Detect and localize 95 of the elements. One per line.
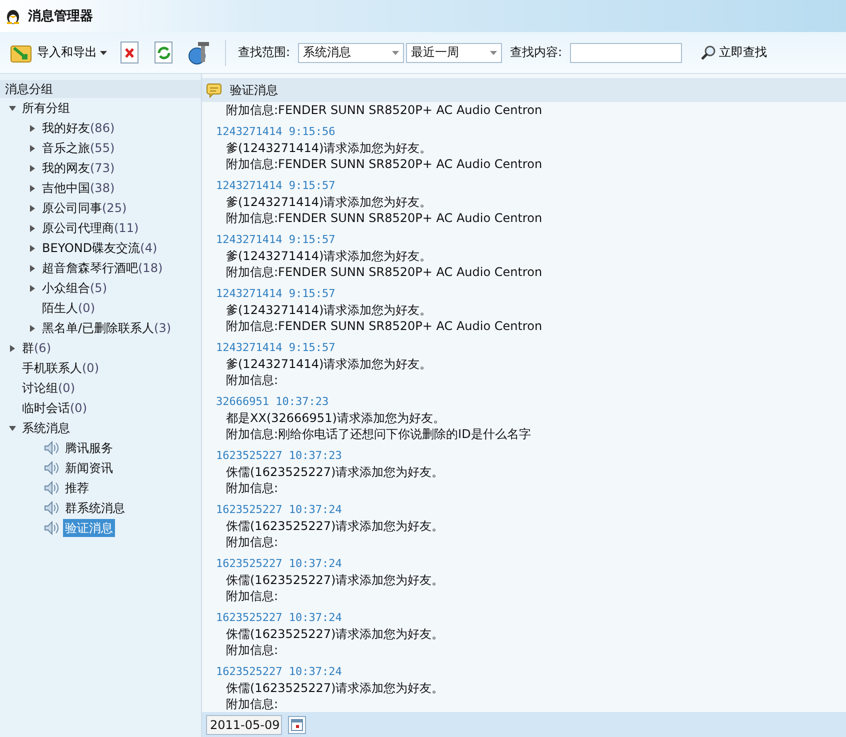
tree-item[interactable]: 群(6) bbox=[20, 339, 53, 357]
collapsed-arrow-icon[interactable] bbox=[28, 145, 36, 152]
tree-item[interactable]: 群系统消息 bbox=[63, 499, 127, 517]
period-dropdown[interactable]: 最近一周 bbox=[406, 42, 502, 62]
message-text: 爹(1243271414)请求添加您为好友。 bbox=[226, 141, 432, 155]
tree-item[interactable]: 黑名单/已删除联系人(3) bbox=[40, 319, 174, 337]
message-header: 1243271414 9:15:56 bbox=[216, 124, 336, 140]
message-text: 爹(1243271414)请求添加您为好友。 bbox=[226, 195, 432, 209]
speaker-icon bbox=[44, 481, 60, 495]
speaker-icon bbox=[44, 461, 60, 475]
message-header: 1623525227 10:37:24 bbox=[216, 556, 343, 572]
tree-item[interactable]: 系统消息 bbox=[20, 419, 72, 437]
collapsed-arrow-icon[interactable] bbox=[28, 205, 36, 212]
message-text: 都是XX(32666951)请求添加您为好友。 bbox=[226, 411, 445, 425]
message-extra: 附加信息: bbox=[226, 589, 278, 603]
document-cross-icon bbox=[119, 40, 141, 64]
expanded-arrow-icon[interactable] bbox=[8, 425, 16, 432]
collapsed-arrow-icon[interactable] bbox=[28, 225, 36, 232]
search-icon bbox=[700, 44, 716, 60]
message-extra: 附加信息: bbox=[226, 643, 278, 657]
scope-label: 查找范围: bbox=[238, 44, 290, 61]
search-button[interactable]: 立即查找 bbox=[698, 42, 770, 63]
tree-item[interactable]: 小众组合(5) bbox=[40, 279, 109, 297]
expanded-arrow-icon[interactable] bbox=[8, 105, 16, 112]
tree-item[interactable]: 超音詹森琴行酒吧(18) bbox=[40, 259, 165, 277]
caret-icon bbox=[392, 50, 400, 54]
calendar-button[interactable] bbox=[288, 716, 306, 734]
tree-item[interactable]: 所有分组 bbox=[20, 99, 72, 117]
import-export-button[interactable]: 导入和导出 bbox=[8, 40, 109, 66]
panel-title: 验证消息 bbox=[230, 82, 278, 98]
message-header: 32666951 10:37:23 bbox=[216, 394, 330, 410]
message-text: 爹(1243271414)请求添加您为好友。 bbox=[226, 303, 432, 317]
penguin-icon bbox=[4, 7, 22, 25]
tree-item[interactable]: 手机联系人(0) bbox=[20, 359, 101, 377]
message-header: 1623525227 10:37:24 bbox=[216, 664, 343, 680]
window-title: 消息管理器 bbox=[28, 8, 93, 25]
message-header: 1623525227 10:37:24 bbox=[216, 610, 343, 626]
message-extra: 附加信息: bbox=[226, 535, 278, 549]
message-extra: 附加信息:FENDER SUNN SR8520P+ AC Audio Centron bbox=[226, 103, 542, 117]
message-header: 1623525227 10:37:24 bbox=[216, 502, 343, 518]
message-text: 侏儒(1623525227)请求添加您为好友。 bbox=[226, 519, 444, 533]
message-extra: 附加信息: bbox=[226, 373, 278, 387]
collapsed-arrow-icon[interactable] bbox=[28, 165, 36, 172]
message-extra: 附加信息:FENDER SUNN SR8520P+ AC Audio Centron bbox=[226, 319, 542, 333]
collapsed-arrow-icon[interactable] bbox=[28, 185, 36, 192]
message-header: 1243271414 9:15:57 bbox=[216, 232, 336, 248]
message-text: 爹(1243271414)请求添加您为好友。 bbox=[226, 249, 432, 263]
tree-item[interactable]: 陌生人(0) bbox=[40, 299, 97, 317]
message-header: 1243271414 9:15:57 bbox=[216, 340, 336, 356]
message-extra: 附加信息: bbox=[226, 697, 278, 711]
tree-item[interactable]: 吉他中国(38) bbox=[40, 179, 117, 197]
message-text: 侏儒(1623525227)请求添加您为好友。 bbox=[226, 465, 444, 479]
content-label: 查找内容: bbox=[510, 44, 562, 61]
message-text: 侏儒(1623525227)请求添加您为好友。 bbox=[226, 627, 444, 641]
tree-item[interactable]: 临时会话(0) bbox=[20, 399, 89, 417]
caret-icon bbox=[100, 50, 107, 54]
tree-item[interactable]: 音乐之旅(55) bbox=[40, 139, 117, 157]
collapsed-arrow-icon[interactable] bbox=[8, 345, 16, 352]
globe-hammer-icon bbox=[187, 40, 211, 66]
collapsed-arrow-icon[interactable] bbox=[28, 125, 36, 132]
message-icon bbox=[206, 82, 222, 98]
tree-item[interactable]: 新闻资讯 bbox=[63, 459, 115, 477]
tree-item[interactable]: 我的网友(73) bbox=[40, 159, 117, 177]
tree-item[interactable]: 腾讯服务 bbox=[63, 439, 115, 457]
collapsed-arrow-icon[interactable] bbox=[28, 325, 36, 332]
speaker-icon bbox=[44, 441, 60, 455]
message-text: 侏儒(1623525227)请求添加您为好友。 bbox=[226, 573, 444, 587]
tree-item[interactable]: 原公司同事(25) bbox=[40, 199, 129, 217]
message-extra: 附加信息: bbox=[226, 481, 278, 495]
date-field[interactable]: 2011-05-09 bbox=[206, 714, 282, 734]
calendar-icon bbox=[291, 718, 303, 730]
collapsed-arrow-icon[interactable] bbox=[28, 265, 36, 272]
message-extra: 附加信息:FENDER SUNN SR8520P+ AC Audio Centron bbox=[226, 157, 542, 171]
message-text: 侏儒(1623525227)请求添加您为好友。 bbox=[226, 681, 444, 695]
caret-icon bbox=[490, 50, 498, 54]
sidebar-title: 消息分组 bbox=[0, 80, 201, 98]
tree-item[interactable]: 推荐 bbox=[63, 479, 91, 497]
tree-item[interactable]: BEYOND碟友交流(4) bbox=[40, 239, 160, 257]
document-refresh-icon bbox=[153, 40, 175, 64]
scope-dropdown[interactable]: 系统消息 bbox=[298, 42, 404, 62]
collapsed-arrow-icon[interactable] bbox=[28, 245, 36, 252]
search-field[interactable] bbox=[570, 42, 682, 62]
message-header: 1243271414 9:15:57 bbox=[216, 286, 336, 302]
tree-item[interactable]: 原公司代理商(11) bbox=[40, 219, 141, 237]
speaker-icon bbox=[44, 501, 60, 515]
message-text: 爹(1243271414)请求添加您为好友。 bbox=[226, 357, 432, 371]
message-header: 1243271414 9:15:57 bbox=[216, 178, 336, 194]
message-extra: 附加信息:FENDER SUNN SR8520P+ AC Audio Centron bbox=[226, 265, 542, 279]
collapsed-arrow-icon[interactable] bbox=[28, 285, 36, 292]
tree-item[interactable]: 我的好友(86) bbox=[40, 119, 117, 137]
message-extra: 附加信息:FENDER SUNN SR8520P+ AC Audio Centron bbox=[226, 211, 542, 225]
message-header: 1623525227 10:37:23 bbox=[216, 448, 343, 464]
tree-item[interactable]: 讨论组(0) bbox=[20, 379, 77, 397]
message-extra: 附加信息:刚给你电话了还想问下你说删除的ID是什么名字 bbox=[226, 427, 531, 441]
speaker-icon bbox=[44, 521, 60, 535]
